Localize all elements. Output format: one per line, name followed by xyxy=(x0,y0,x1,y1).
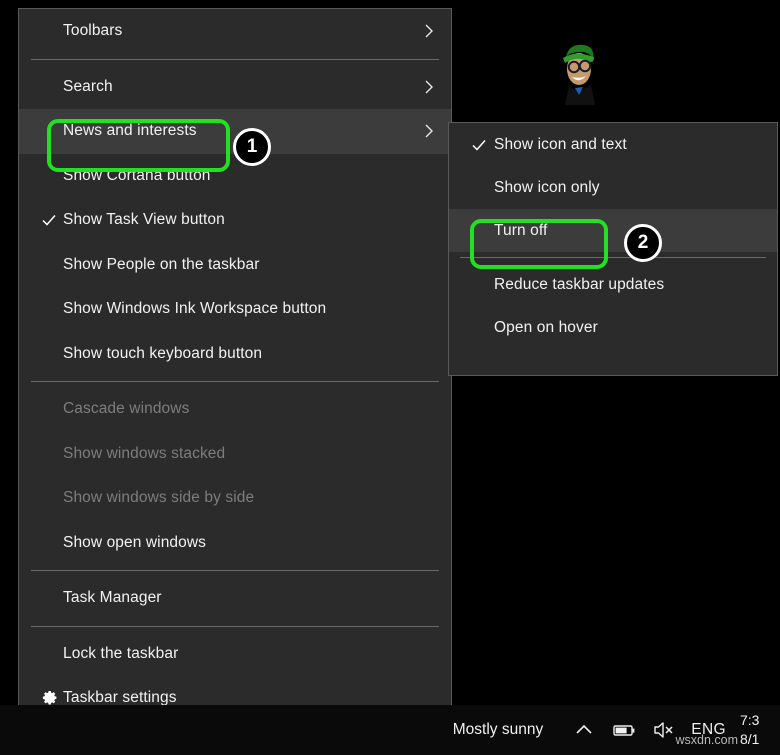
menu-separator xyxy=(31,59,439,60)
clock[interactable]: 7:3 8/1 xyxy=(740,711,778,749)
menu-item-show-task-view-button[interactable]: Show Task View button xyxy=(19,198,451,243)
menu-item-show-people-on-the-taskbar[interactable]: Show People on the taskbar xyxy=(19,243,451,288)
annotation-step-badge-2: 2 xyxy=(624,224,662,262)
menu-separator xyxy=(31,570,439,571)
menu-item-label: Task Manager xyxy=(63,589,162,607)
taskbar: Mostly sunny ENG 7:3 xyxy=(0,705,780,755)
system-tray: Mostly sunny ENG 7:3 xyxy=(453,705,780,755)
chevron-right-icon xyxy=(423,123,435,139)
menu-item-lock-the-taskbar[interactable]: Lock the taskbar xyxy=(19,632,451,677)
menu-item-label: Show Windows Ink Workspace button xyxy=(63,300,326,318)
menu-item-label: Cascade windows xyxy=(63,400,189,418)
checkmark-icon xyxy=(471,137,487,153)
menu-item-label: Show Task View button xyxy=(63,211,225,229)
chevron-up-icon[interactable] xyxy=(571,717,597,743)
checkmark-icon xyxy=(41,212,57,228)
menu-item-label: Show open windows xyxy=(63,534,206,552)
submenu-item-open-on-hover[interactable]: Open on hover xyxy=(449,306,777,349)
menu-separator xyxy=(31,381,439,382)
volume-muted-icon[interactable] xyxy=(651,717,677,743)
menu-item-label: News and interests xyxy=(63,122,197,140)
menu-item-label: Lock the taskbar xyxy=(63,645,178,663)
battery-icon[interactable] xyxy=(611,717,637,743)
screen: Toolbars Search News and interests Show … xyxy=(0,0,780,755)
menu-item-show-cortana-button[interactable]: Show Cortana button xyxy=(19,154,451,199)
news-and-interests-submenu: Show icon and text Show icon only Turn o… xyxy=(448,122,778,376)
chevron-right-icon xyxy=(423,23,435,39)
menu-item-show-windows-stacked: Show windows stacked xyxy=(19,432,451,477)
submenu-item-turn-off[interactable]: Turn off xyxy=(449,209,777,252)
menu-item-label: Show windows stacked xyxy=(63,445,225,463)
submenu-item-label: Show icon and text xyxy=(494,136,627,154)
submenu-item-label: Reduce taskbar updates xyxy=(494,276,664,294)
menu-item-task-manager[interactable]: Task Manager xyxy=(19,576,451,621)
menu-item-label: Search xyxy=(63,78,113,96)
menu-item-search[interactable]: Search xyxy=(19,65,451,110)
menu-item-label: Show touch keyboard button xyxy=(63,345,262,363)
submenu-item-show-icon-only[interactable]: Show icon only xyxy=(449,166,777,209)
menu-item-label: Toolbars xyxy=(63,22,122,40)
chevron-right-icon xyxy=(423,79,435,95)
annotation-step-badge-1: 1 xyxy=(233,128,271,166)
submenu-item-reduce-taskbar-updates[interactable]: Reduce taskbar updates xyxy=(449,263,777,306)
menu-item-label: Show Cortana button xyxy=(63,167,211,185)
submenu-item-show-icon-and-text[interactable]: Show icon and text xyxy=(449,123,777,166)
submenu-separator xyxy=(460,257,766,258)
clock-time: 7:3 xyxy=(740,711,759,730)
menu-item-cascade-windows: Cascade windows xyxy=(19,387,451,432)
weather-widget-text[interactable]: Mostly sunny xyxy=(453,721,543,739)
menu-item-toolbars[interactable]: Toolbars xyxy=(19,9,451,54)
clock-date: 8/1 xyxy=(740,730,759,749)
menu-item-show-open-windows[interactable]: Show open windows xyxy=(19,521,451,566)
submenu-item-label: Show icon only xyxy=(494,179,600,197)
watermark: wsxdn.com xyxy=(675,733,738,747)
menu-item-label: Show windows side by side xyxy=(63,489,254,507)
desktop-avatar-icon xyxy=(553,35,605,105)
menu-item-label: Show People on the taskbar xyxy=(63,256,259,274)
menu-item-show-windows-side-by-side: Show windows side by side xyxy=(19,476,451,521)
menu-separator xyxy=(31,626,439,627)
menu-item-show-touch-keyboard-button[interactable]: Show touch keyboard button xyxy=(19,332,451,377)
menu-item-show-windows-ink-workspace-button[interactable]: Show Windows Ink Workspace button xyxy=(19,287,451,332)
submenu-item-label: Open on hover xyxy=(494,319,598,337)
taskbar-context-menu: Toolbars Search News and interests Show … xyxy=(18,8,452,755)
submenu-item-label: Turn off xyxy=(494,222,547,240)
